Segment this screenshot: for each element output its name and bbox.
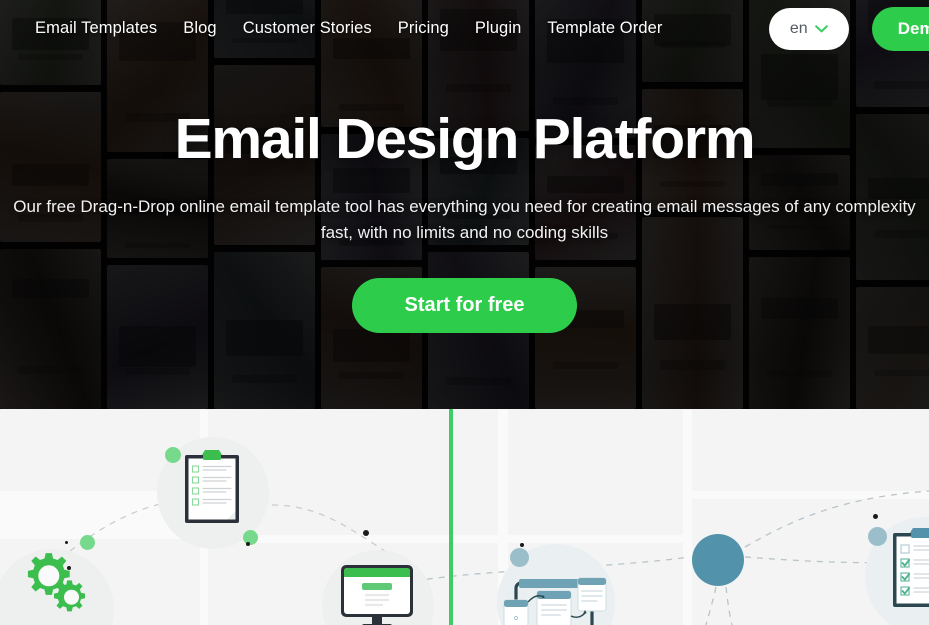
language-selector[interactable]: en bbox=[768, 7, 849, 50]
checklist-clipboard-icon bbox=[893, 528, 929, 607]
nav-link-plugin[interactable]: Plugin bbox=[475, 19, 521, 38]
hero-content: Email Design Platform Our free Drag-n-Dr… bbox=[0, 0, 929, 409]
nav-link-customer-stories[interactable]: Customer Stories bbox=[243, 19, 372, 38]
nav-links: Email Templates Blog Customer Stories Prici… bbox=[35, 19, 662, 38]
nav-right-actions: en Demo bbox=[768, 6, 929, 51]
nav-link-email-templates[interactable]: Email Templates bbox=[35, 19, 157, 38]
chevron-down-icon bbox=[814, 24, 828, 33]
accent-dot bbox=[868, 527, 887, 546]
language-selector-label: en bbox=[789, 19, 808, 37]
nav-link-pricing[interactable]: Pricing bbox=[398, 19, 449, 38]
process-illustration-band: o bbox=[0, 409, 929, 625]
nav-link-template-order[interactable]: Template Order bbox=[547, 19, 662, 38]
hero-subtitle: Our free Drag-n-Drop online email templa… bbox=[13, 196, 916, 243]
top-navigation-bar: Email Templates Blog Customer Stories Prici… bbox=[0, 0, 929, 57]
demo-button[interactable]: Demo bbox=[871, 6, 929, 51]
start-for-free-button[interactable]: Start for free bbox=[352, 278, 577, 334]
landing-page: Email Templates Blog Customer Stories Prici… bbox=[0, 0, 929, 625]
page-title: Email Design Platform bbox=[174, 106, 756, 171]
section-divider-line bbox=[449, 409, 453, 625]
nav-link-blog[interactable]: Blog bbox=[183, 19, 216, 38]
accent-dot-small bbox=[873, 514, 878, 519]
